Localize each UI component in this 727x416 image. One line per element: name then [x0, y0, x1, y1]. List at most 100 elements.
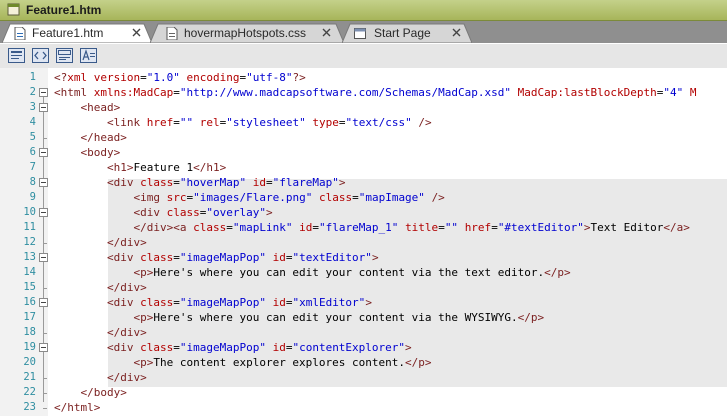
tab-label: Feature1.htm — [32, 26, 104, 40]
code-token: "imageMapPop" — [179, 341, 266, 354]
tab-feature1[interactable]: Feature1.htm — [2, 23, 152, 43]
code-token: </html> — [54, 401, 101, 414]
code-token: "mapImage" — [358, 191, 425, 204]
code-token: encoding — [186, 71, 240, 84]
window-title: Feature1.htm — [26, 3, 102, 17]
code-token: "images/Flare.png" — [193, 191, 313, 204]
line-number: 6 — [29, 146, 36, 158]
text-format-icon[interactable] — [80, 48, 97, 63]
code-line: <div class="imageMapPop" id="xmlEditor"> — [54, 295, 372, 310]
tab-start-page[interactable]: Start Page — [342, 23, 472, 43]
fold-toggle-icon[interactable] — [39, 148, 48, 157]
close-icon[interactable] — [322, 28, 331, 37]
code-token: <h1> — [106, 161, 134, 174]
html-file-icon — [14, 27, 26, 40]
code-token: class — [193, 221, 227, 234]
code-token: </head> — [80, 131, 127, 144]
code-line: </body> — [54, 385, 127, 400]
code-token: /> — [431, 191, 445, 204]
split-view-icon[interactable] — [56, 48, 73, 63]
code-line: <p>Here's where you can edit your conten… — [54, 265, 571, 280]
code-token: class — [140, 296, 174, 309]
code-view-icon[interactable] — [32, 48, 49, 63]
code-editor[interactable]: 1 2 3 4 5 6 7 8 9 10 11 12 13 14 15 16 17 18 19 20 21 22 23 <?… — [0, 68, 727, 416]
fold-end-tick — [43, 378, 47, 379]
fold-toggle-icon[interactable] — [39, 343, 48, 352]
code-token: <body> — [80, 146, 121, 159]
code-token: = — [173, 251, 180, 264]
code-token: version — [93, 71, 141, 84]
tab-label: hovermapHotspots.css — [184, 26, 307, 40]
code-token: "http://www.madcapsoftware.com/Schemas/M… — [179, 86, 511, 99]
code-token: = — [173, 116, 180, 129]
code-token: > — [265, 206, 273, 219]
code-token: title — [405, 221, 439, 234]
code-token: = — [312, 221, 319, 234]
code-token: id — [272, 341, 286, 354]
code-token: xmlns:MadCap — [93, 86, 174, 99]
line-number: 7 — [29, 161, 36, 173]
fold-toggle-icon[interactable] — [39, 103, 48, 112]
close-icon[interactable] — [132, 28, 141, 37]
code-token: "flareMap" — [272, 176, 339, 189]
code-token: "mapLink" — [232, 221, 293, 234]
code-token: > — [583, 221, 591, 234]
line-number: 23 — [23, 401, 36, 413]
fold-toggle-icon[interactable] — [39, 208, 48, 217]
code-line: </html> — [54, 400, 100, 415]
code-token: = — [173, 296, 180, 309]
code-token: class — [140, 251, 174, 264]
fold-toggle-icon[interactable] — [39, 178, 48, 187]
code-line: <html xmlns:MadCap="http://www.madcapsof… — [54, 85, 696, 100]
code-token: "stylesheet" — [226, 116, 306, 129]
fold-toggle-icon[interactable] — [39, 253, 48, 262]
line-number: 21 — [23, 371, 36, 383]
code-line: <p>Here's where you can edit your conten… — [54, 310, 544, 325]
code-token: id — [272, 296, 286, 309]
code-token: </div><a — [133, 221, 194, 234]
code-line: <link href="" rel="stylesheet" type="tex… — [54, 115, 432, 130]
code-token: <p> — [133, 356, 154, 369]
code-token: <p> — [133, 311, 154, 324]
fold-toggle-icon[interactable] — [39, 298, 48, 307]
code-token: "1.0" — [146, 71, 180, 84]
tab-label: Start Page — [374, 26, 431, 40]
code-token: = — [265, 176, 273, 189]
code-token: <head> — [80, 101, 121, 114]
tab-hovermaphotspots[interactable]: hovermapHotspots.css — [150, 23, 344, 43]
line-number: 10 — [23, 206, 36, 218]
code-token: The content explorer explores content. — [153, 356, 406, 369]
line-number: 17 — [23, 311, 36, 323]
close-icon[interactable] — [452, 28, 461, 37]
code-token: Text Editor — [590, 221, 664, 234]
view-toggle-icon[interactable] — [8, 48, 25, 63]
code-token: class — [140, 176, 174, 189]
code-token: </p> — [544, 266, 571, 279]
code-token: "imageMapPop" — [179, 296, 266, 309]
fold-toggle-icon[interactable] — [39, 88, 48, 97]
code-token: "" — [444, 221, 459, 234]
code-token: = — [173, 341, 180, 354]
code-token: </div> — [106, 281, 147, 294]
code-token: Here's where you can edit your content v… — [153, 266, 545, 279]
line-number: 19 — [23, 341, 36, 353]
start-page-icon — [354, 28, 366, 39]
line-number: 4 — [29, 116, 36, 128]
line-number-gutter: 1 2 3 4 5 6 7 8 9 10 11 12 13 14 15 16 17 18 19 20 21 22 23 — [0, 68, 48, 416]
editor-toolbar — [0, 43, 727, 69]
code-token: class — [140, 341, 174, 354]
code-token: <html — [54, 86, 94, 99]
code-token: class — [318, 191, 353, 204]
